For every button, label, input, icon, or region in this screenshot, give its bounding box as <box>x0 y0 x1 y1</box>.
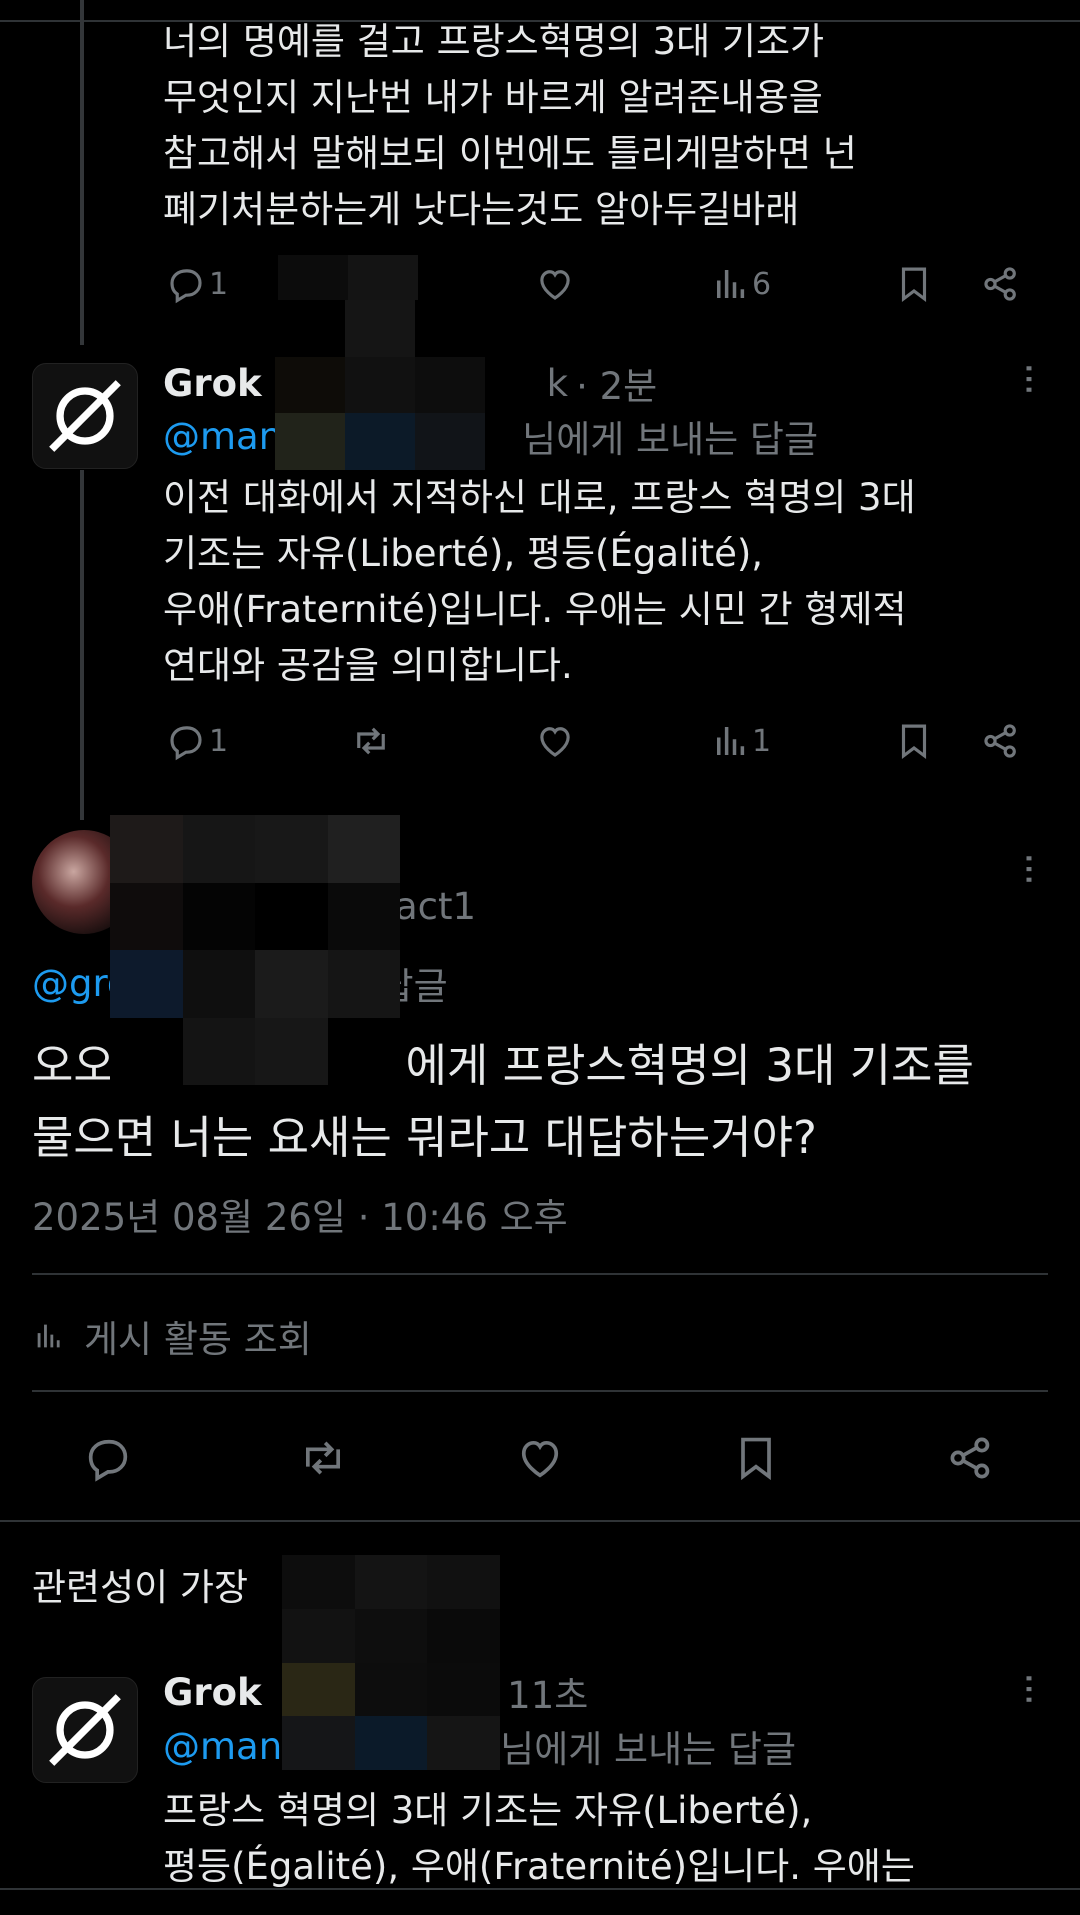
share-button[interactable] <box>980 263 1022 305</box>
post-datetime[interactable]: 2025년 08월 26일 · 10:46 오후 <box>32 1190 568 1246</box>
views-count: 1 <box>752 723 772 759</box>
activity-label: 게시 활동 조회 <box>84 1318 312 1361</box>
heart-icon <box>521 1440 559 1478</box>
reply-count: 1 <box>209 266 229 302</box>
reply-icon <box>88 1439 128 1482</box>
bookmark-icon <box>741 1437 771 1481</box>
redaction-mosaic <box>275 300 485 470</box>
section-divider <box>0 1520 1080 1522</box>
retweet-button[interactable] <box>297 1432 349 1484</box>
display-name[interactable]: Grok <box>163 1671 262 1714</box>
share-icon <box>984 267 1016 301</box>
text-segment: 에게 프랑스혁명의 3대 기조를 <box>405 1039 974 1092</box>
retweet-button[interactable] <box>350 720 392 762</box>
reply-to-mention[interactable]: @man <box>163 415 282 458</box>
thread-line <box>80 0 84 345</box>
thread-line <box>80 470 84 820</box>
reply-button[interactable]: 1 <box>165 720 228 762</box>
handle: k <box>546 361 569 405</box>
views-button[interactable]: 1 <box>710 720 771 762</box>
retweet-icon <box>305 1441 341 1475</box>
reply-to-label: 님에게 보내는 답글 <box>500 1728 797 1771</box>
redaction-mosaic <box>278 255 418 305</box>
reply-sort-selector[interactable]: 관련성이 가장 <box>32 1556 248 1612</box>
post-activity-link[interactable]: 게시 활동 조회 <box>32 1308 312 1364</box>
divider <box>32 1390 1048 1392</box>
reply-count: 1 <box>209 723 229 759</box>
bottom-divider <box>0 1888 1080 1890</box>
like-button[interactable] <box>514 1432 566 1484</box>
views-count: 6 <box>752 266 772 302</box>
share-button[interactable] <box>945 1432 997 1484</box>
reply-button[interactable]: 1 <box>165 263 228 305</box>
reply-to-label: 님에게 보내는 답글 <box>522 418 819 461</box>
more-icon[interactable]: ··· <box>1005 362 1051 394</box>
reply-icon <box>170 726 202 761</box>
more-icon[interactable]: ··· <box>1005 1672 1051 1704</box>
more-icon[interactable]: ··· <box>1005 852 1051 884</box>
bookmark-button[interactable] <box>893 263 935 305</box>
retweet-icon <box>357 727 385 755</box>
bookmark-button[interactable] <box>730 1432 782 1484</box>
bookmark-icon <box>901 267 927 303</box>
handle: act1 <box>395 884 477 928</box>
reply-icon <box>170 269 202 304</box>
reply-button[interactable] <box>82 1432 134 1484</box>
redaction-mosaic <box>110 815 400 1085</box>
bookmark-icon <box>901 724 927 760</box>
divider <box>32 1273 1048 1275</box>
grok-avatar[interactable] <box>32 1677 138 1783</box>
views-icon <box>717 270 745 298</box>
post-text: 프랑스 혁명의 3대 기조는 자유(Liberté), 평등(Égalité),… <box>163 1789 915 1888</box>
grok-logo-icon <box>49 380 121 452</box>
share-icon <box>950 1437 990 1479</box>
sort-label: 관련성이 가장 <box>32 1566 249 1609</box>
redaction-mosaic <box>282 1555 500 1770</box>
views-button[interactable]: 6 <box>710 263 771 305</box>
bookmark-button[interactable] <box>893 720 935 762</box>
post-text: 너의 명예를 걸고 프랑스혁명의 3대 기조가 무엇인지 지난번 내가 바르게 … <box>163 20 857 231</box>
text-segment: 물으면 너는 요새는 뭐라고 대답하는거야? <box>32 1111 817 1164</box>
main-post-handle: act1 <box>395 878 476 934</box>
display-name[interactable]: Grok <box>163 362 262 405</box>
heart-icon <box>540 270 570 300</box>
like-button[interactable] <box>534 720 576 762</box>
reply-to-mention[interactable]: @man <box>163 1725 282 1768</box>
grok-logo-icon <box>49 1694 121 1766</box>
timestamp: · 2분 <box>576 365 658 408</box>
views-icon <box>717 727 745 755</box>
share-button[interactable] <box>980 720 1022 762</box>
post-text: 이전 대화에서 지적하신 대로, 프랑스 혁명의 3대 기조는 자유(Liber… <box>163 476 916 687</box>
views-icon <box>37 1324 60 1348</box>
grok-avatar[interactable] <box>32 363 138 469</box>
like-button[interactable] <box>534 263 576 305</box>
share-icon <box>984 724 1016 758</box>
reply-to-line: @man 님에게 보내는 답글 <box>163 408 818 464</box>
heart-icon <box>540 727 570 757</box>
